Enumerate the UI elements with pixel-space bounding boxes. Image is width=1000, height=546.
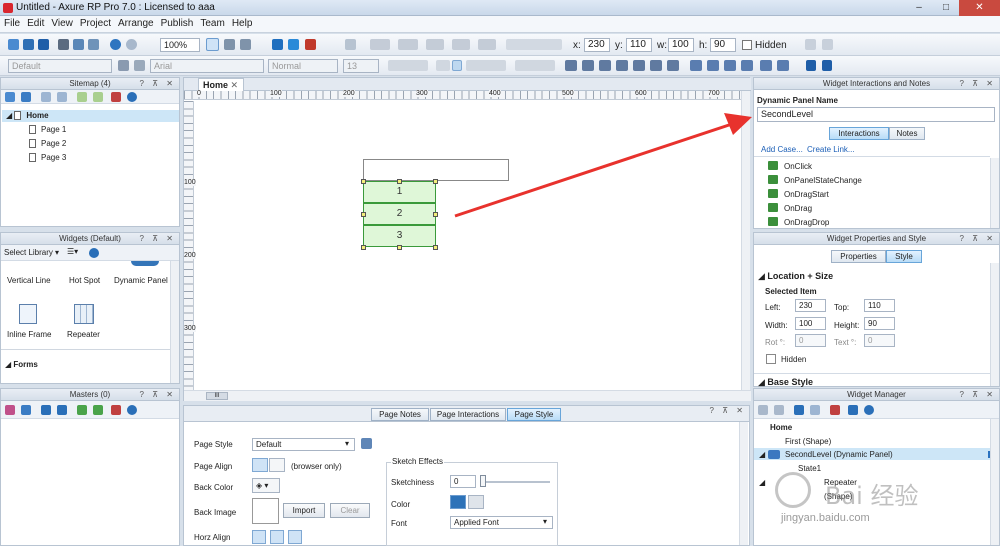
baidu-paw-logo: [775, 472, 811, 508]
annotation-arrow: [454, 113, 752, 218]
baidu-watermark: Bai 经验 jingyan.baidu.com: [775, 470, 975, 530]
baidu-jingyan-logo: Bai 经验: [825, 482, 919, 510]
watermark-url: jingyan.baidu.com: [781, 512, 870, 524]
arrow-line: [454, 122, 733, 218]
